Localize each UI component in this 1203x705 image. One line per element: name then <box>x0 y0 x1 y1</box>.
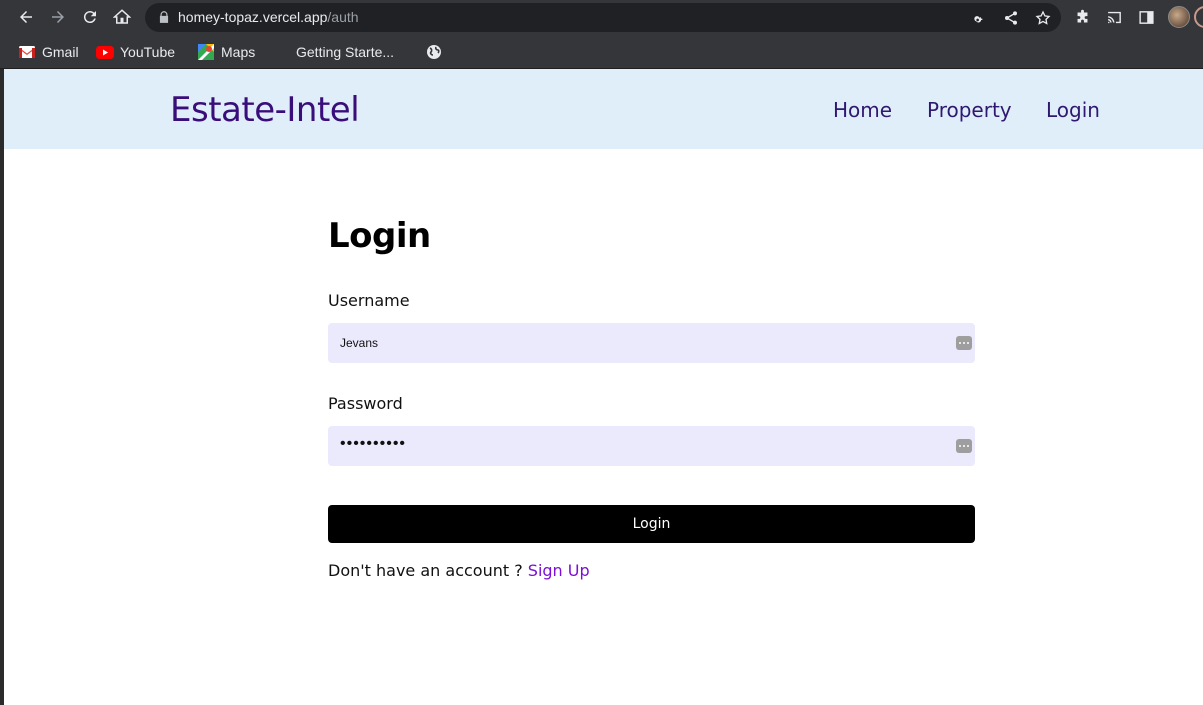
bookmark-gmail[interactable]: Gmail <box>18 41 79 63</box>
autofill-icon[interactable] <box>956 336 972 350</box>
password-field[interactable]: •••••••••• <box>328 426 975 466</box>
profile-avatar-secondary[interactable] <box>1194 6 1203 28</box>
profile-avatar[interactable] <box>1168 6 1190 28</box>
brand-logo[interactable]: Estate-Intel <box>170 90 360 130</box>
arrow-right-icon <box>52 11 64 23</box>
cast-button[interactable] <box>1104 7 1124 27</box>
star-icon <box>1035 10 1051 25</box>
arrow-left-icon <box>20 11 32 23</box>
bookmark-star-button[interactable] <box>1034 9 1052 27</box>
login-button[interactable]: Login <box>328 505 975 543</box>
gmail-icon <box>18 45 36 59</box>
browser-toolbar: homey-topaz.vercel.app/auth <box>0 0 1203 35</box>
cast-icon <box>1107 11 1121 23</box>
nav-login[interactable]: Login <box>1046 98 1100 122</box>
share-button[interactable] <box>1002 9 1020 27</box>
autofill-icon[interactable] <box>956 439 972 453</box>
bookmark-label: Getting Starte... <box>296 44 395 60</box>
signup-row: Don't have an account ? Sign Up <box>328 561 590 580</box>
nav-property[interactable]: Property <box>927 98 1012 122</box>
username-field[interactable]: Jevans <box>328 323 975 363</box>
address-url: homey-topaz.vercel.app/auth <box>178 9 359 25</box>
side-panel-button[interactable] <box>1136 7 1156 27</box>
globe-icon <box>425 45 443 59</box>
web-page: Estate-Intel Home Property Login Login U… <box>4 69 1203 705</box>
reload-icon <box>83 11 96 24</box>
password-key-button[interactable] <box>970 9 988 27</box>
share-icon <box>1005 11 1017 25</box>
bookmark-label: Maps <box>221 44 256 60</box>
page-icon <box>278 45 290 59</box>
puzzle-icon <box>1077 9 1087 22</box>
site-header: Estate-Intel Home Property Login <box>4 69 1203 149</box>
extensions-button[interactable] <box>1072 7 1092 27</box>
page-title: Login <box>328 216 431 256</box>
address-bar[interactable]: homey-topaz.vercel.app/auth <box>145 3 1061 32</box>
home-button[interactable] <box>109 5 135 29</box>
bookmark-globe[interactable] <box>425 41 443 63</box>
bookmarks-bar: Gmail YouTube Maps Getting Starte... <box>0 35 1203 69</box>
lock-icon <box>159 11 169 23</box>
nav-home[interactable]: Home <box>833 98 892 122</box>
username-value: Jevans <box>340 336 379 350</box>
reload-button[interactable] <box>77 5 103 29</box>
signup-prompt: Don't have an account ? <box>328 561 528 580</box>
bookmark-maps[interactable]: Maps <box>197 41 255 63</box>
url-path: /auth <box>327 9 359 25</box>
signup-link[interactable]: Sign Up <box>528 561 590 580</box>
maps-icon <box>197 44 215 60</box>
bookmark-youtube[interactable]: YouTube <box>96 41 175 63</box>
password-value: •••••••••• <box>340 435 407 452</box>
forward-button[interactable] <box>45 5 71 29</box>
bookmark-label: Gmail <box>42 44 79 60</box>
home-icon <box>113 9 131 24</box>
url-host: homey-topaz.vercel.app <box>178 9 328 25</box>
password-label: Password <box>328 394 403 413</box>
bookmark-label: YouTube <box>120 44 176 60</box>
bookmark-getting-started[interactable]: Getting Starte... <box>278 41 394 63</box>
side-panel-icon <box>1138 10 1154 24</box>
browser-chrome: homey-topaz.vercel.app/auth Gmail YouTub… <box>0 0 1203 69</box>
back-button[interactable] <box>13 5 39 29</box>
youtube-icon <box>96 45 114 59</box>
key-icon <box>974 16 983 23</box>
username-label: Username <box>328 291 410 310</box>
